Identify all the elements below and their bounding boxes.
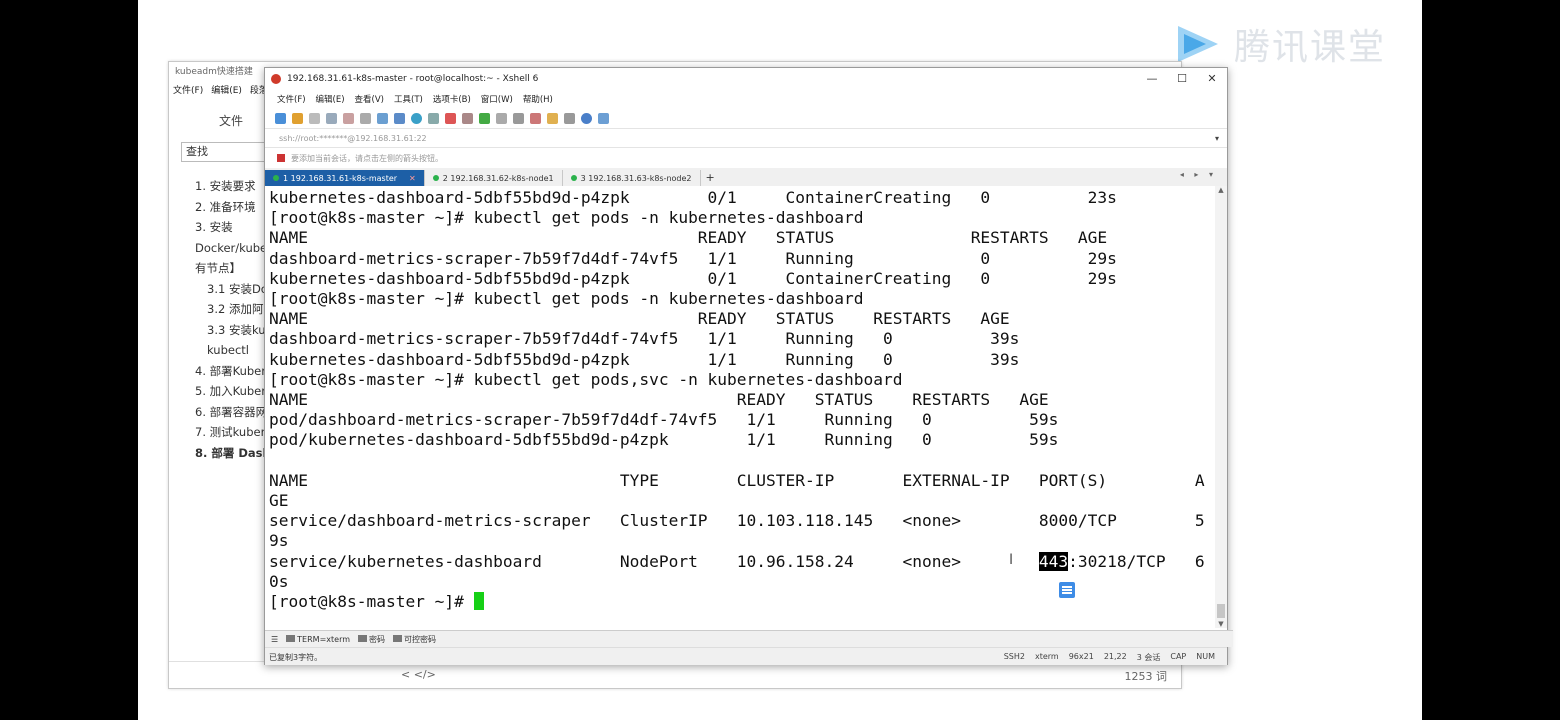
help-icon[interactable] (581, 112, 592, 124)
tab-label: 2 192.168.31.62-k8s-node1 (442, 173, 554, 183)
terminal-output[interactable]: kubernetes-dashboard-5dbf55bd9d-p4zpk 0/… (265, 186, 1215, 628)
highlight-icon[interactable] (530, 112, 541, 124)
maximize-button[interactable]: ☐ (1167, 68, 1197, 90)
session-hint-text: 要添加当前会话，请点击左侧的箭头按钮。 (291, 153, 443, 163)
terminal-lines: kubernetes-dashboard-5dbf55bd9d-p4zpk 0/… (269, 188, 1205, 571)
tab-label: 3 192.168.31.63-k8s-node2 (580, 173, 692, 183)
scroll-up-icon[interactable]: ▲ (1215, 186, 1227, 194)
status-sessions: 3 会话 (1136, 653, 1161, 662)
screen: 腾讯课堂 kubeadm快速搭建 文件(F) 编辑(E) 段落(P 文件 查找 … (138, 0, 1422, 720)
folder-icon (393, 634, 403, 642)
address-bar[interactable]: ssh://root:*******@192.168.31.61:22 ▾ (265, 129, 1227, 148)
shell-prompt: [root@k8s-master ~]# (269, 592, 474, 612)
xshell-titlebar: 192.168.31.61-k8s-master - root@localhos… (265, 68, 1227, 90)
password-label: 密码 (369, 634, 386, 644)
close-tab-icon[interactable]: ✕ (409, 174, 416, 183)
xftp-icon[interactable] (445, 112, 456, 124)
statusbar: 已复制3字符。 SSH2 xterm 96x21 21,22 3 会话 CAP … (265, 647, 1227, 665)
fullscreen-icon[interactable] (479, 112, 490, 124)
connected-status-icon (273, 175, 279, 181)
new-tab-button[interactable]: + (701, 170, 720, 186)
status-cap: CAP (1170, 652, 1187, 661)
connected-status-icon (432, 175, 439, 181)
menu-edit[interactable]: 编辑(E) (316, 93, 345, 105)
tab-session-1[interactable]: 1 192.168.31.61-k8s-master ✕ (265, 170, 425, 186)
text-cursor-icon: I (1009, 552, 1014, 568)
menu-file[interactable]: 文件(F) (277, 93, 306, 105)
menu-help[interactable]: 帮助(H) (523, 93, 553, 105)
new-session-icon[interactable] (275, 112, 286, 124)
controlled-password-label: 可控密码 (404, 634, 437, 644)
controlled-password-item[interactable]: 可控密码 (393, 634, 436, 645)
watermark-text: 腾讯课堂 (1234, 27, 1387, 68)
terminal-cursor (473, 592, 484, 611)
chat-icon[interactable] (598, 112, 609, 124)
folder-icon (358, 634, 368, 642)
open-folder-icon[interactable] (292, 112, 303, 124)
status-size: 96x21 (1068, 652, 1094, 661)
xshell-window: 192.168.31.61-k8s-master - root@localhos… (264, 67, 1233, 665)
source-toggle-icon[interactable]: < </> (401, 668, 436, 681)
word-count: 1253 词 (1124, 670, 1168, 683)
menu-lines-icon[interactable]: ☰ (271, 635, 278, 644)
term-type-item[interactable]: TERM=xterm (286, 634, 351, 644)
menu-tools[interactable]: 工具(T) (394, 93, 423, 105)
menu-tabs[interactable]: 选项卡(B) (433, 93, 471, 105)
copy-icon[interactable] (343, 112, 354, 124)
scroll-thumb[interactable] (1217, 604, 1225, 618)
menu-window[interactable]: 窗口(W) (481, 93, 513, 105)
session-tabbar: 1 192.168.31.61-k8s-master ✕ 2 192.168.3… (265, 168, 1227, 187)
status-protocol: SSH2 (1003, 652, 1025, 661)
tab-session-2[interactable]: 2 192.168.31.62-k8s-node1 (425, 170, 563, 186)
bookmark-icon (277, 154, 285, 162)
doc-menu-edit[interactable]: 编辑(E) (211, 82, 242, 100)
paste-icon[interactable] (360, 112, 371, 124)
script-icon[interactable] (547, 112, 558, 124)
scroll-down-icon[interactable]: ▼ (1215, 620, 1227, 628)
transparency-icon[interactable] (496, 112, 507, 124)
outline-search-input[interactable]: 查找 (181, 142, 267, 162)
folder-icon (286, 634, 296, 642)
find-icon[interactable] (377, 112, 388, 124)
connected-status-icon (570, 175, 577, 181)
xshell-app-icon (271, 74, 281, 84)
term-type-label: TERM=xterm (297, 634, 351, 644)
status-term: xterm (1034, 652, 1059, 661)
terminal-text: kubernetes-dashboard-5dbf55bd9d-p4zpk 0/… (265, 186, 1215, 612)
note-icon[interactable] (1059, 582, 1075, 598)
chevron-down-icon[interactable]: ▾ (1215, 134, 1219, 143)
tab-label: 1 192.168.31.61-k8s-master (283, 173, 398, 183)
globe-icon[interactable] (411, 112, 422, 124)
document-statusbar: < </> 1253 词 (169, 661, 1181, 688)
selected-text: 443 (1038, 551, 1069, 571)
status-num: NUM (1196, 652, 1215, 661)
properties-icon[interactable] (326, 112, 337, 124)
tab-session-3[interactable]: 3 192.168.31.63-k8s-node2 (563, 170, 701, 186)
xshell-toolbar (265, 108, 1227, 129)
status-message: 已复制3字符。 (269, 653, 323, 662)
address-text: ssh://root:*******@192.168.31.61:22 (279, 133, 427, 143)
compose-bar: ☰ TERM=xterm 密码 可控密码 (265, 630, 1233, 647)
xshell-title: 192.168.31.61-k8s-master - root@localhos… (287, 74, 539, 84)
terminal-scrollbar[interactable]: ▲ ▼ (1215, 186, 1227, 628)
close-button[interactable]: ✕ (1197, 68, 1227, 90)
layout-icon[interactable] (564, 112, 575, 124)
print-icon[interactable] (394, 112, 405, 124)
password-item[interactable]: 密码 (358, 634, 385, 645)
minimize-button[interactable]: — (1137, 68, 1167, 90)
session-hint-bar: 要添加当前会话，请点击左侧的箭头按钮。 (265, 148, 1227, 168)
menu-view[interactable]: 查看(V) (355, 93, 384, 105)
tencent-classroom-watermark: 腾讯课堂 (1170, 18, 1386, 70)
compose-icon[interactable] (513, 112, 524, 124)
status-cursor-pos: 21,22 (1103, 652, 1127, 661)
reconnect-icon[interactable] (309, 112, 320, 124)
doc-menu-file[interactable]: 文件(F) (173, 82, 203, 100)
xshell-menubar: 文件(F) 编辑(E) 查看(V) 工具(T) 选项卡(B) 窗口(W) 帮助(… (265, 90, 1227, 108)
font-icon[interactable] (428, 112, 439, 124)
tab-scroll-icon[interactable]: ◂ ▸ ▾ (1180, 170, 1217, 179)
lock-icon[interactable] (462, 112, 473, 124)
